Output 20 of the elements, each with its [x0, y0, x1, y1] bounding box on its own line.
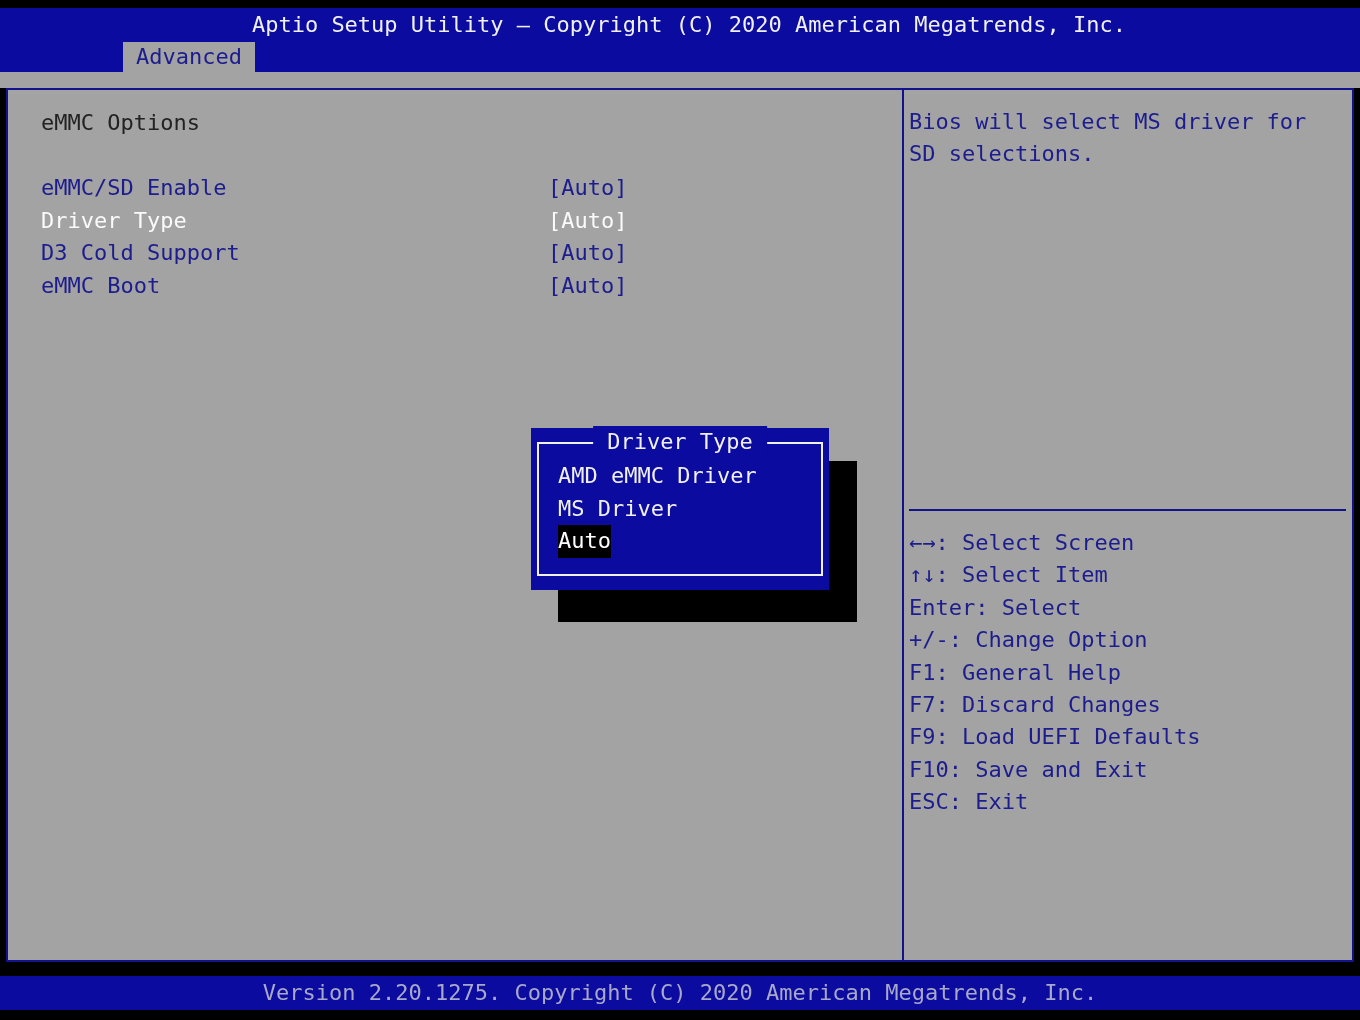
key-help-text: F1: General Help [909, 658, 1122, 687]
setting-item[interactable]: eMMC Boot [Auto] [41, 269, 902, 302]
menu-tab[interactable]: Advanced [123, 42, 255, 72]
popup-option[interactable]: MS Driver [558, 492, 678, 525]
key-help-text: F9: Load UEFI Defaults [909, 723, 1202, 752]
key-help-text: ESC: Exit [909, 788, 1030, 817]
popup-option[interactable]: AMD eMMC Driver [558, 460, 757, 493]
key-help-text: F7: Discard Changes [909, 691, 1162, 720]
key-help-text: ←→: Select Screen [909, 529, 1136, 557]
setting-item[interactable]: eMMC/SD Enable [Auto] [41, 172, 902, 205]
window-title: Aptio Setup Utility – Copyright (C) 2020 American Megatrends, Inc. [250, 11, 1128, 39]
key-help-text: +/-: Change Option [909, 626, 1149, 655]
help-text: Bios will select MS driver for SD selections. [909, 108, 1308, 168]
page-title: eMMC Options [41, 109, 201, 137]
version-text: Version 2.20.1275. Copyright (C) 2020 American Megatrends, Inc. [262, 980, 1098, 1005]
popup-option[interactable]: Auto [558, 525, 611, 558]
key-help-text: Enter: Select [909, 593, 1083, 622]
key-help-text: ↑↓: Select Item [909, 561, 1109, 590]
key-help-text: F10: Save and Exit [909, 755, 1149, 784]
setting-item[interactable]: D3 Cold Support [Auto] [41, 237, 902, 270]
